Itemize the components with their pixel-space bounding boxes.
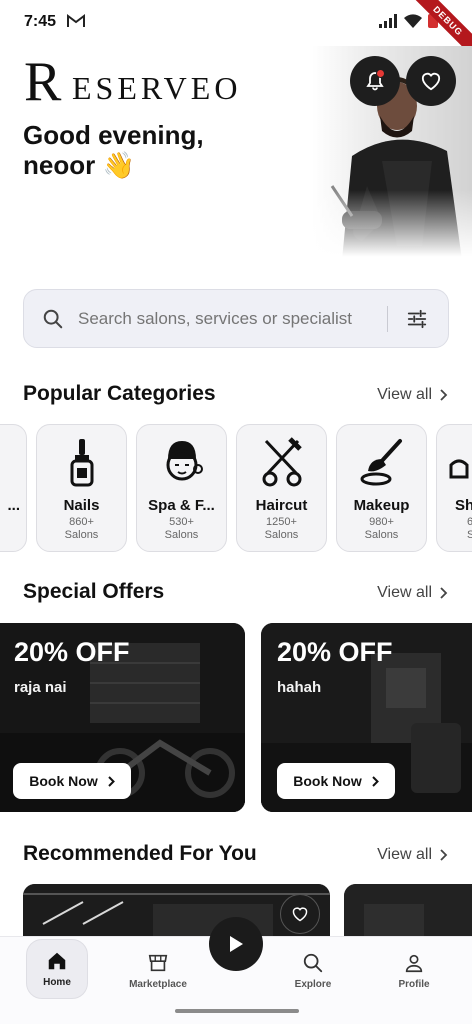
nav-profile-label: Profile bbox=[398, 979, 430, 990]
hero-fade bbox=[312, 190, 472, 260]
nail-polish-icon bbox=[70, 439, 93, 487]
nav-home-label: Home bbox=[43, 977, 71, 988]
category-name: Nails bbox=[63, 497, 100, 514]
recommended-title: Recommended For You bbox=[23, 842, 257, 865]
category-card-haircut[interactable]: Haircut 1250+ Salons bbox=[236, 424, 327, 552]
category-name: ... bbox=[7, 497, 20, 514]
play-icon bbox=[230, 936, 243, 952]
signal-icon bbox=[379, 14, 397, 28]
category-card[interactable]: ... bbox=[0, 424, 27, 552]
search-icon bbox=[43, 309, 63, 328]
search-input[interactable] bbox=[78, 308, 387, 329]
offer-discount: 20% OFF bbox=[14, 637, 130, 667]
view-all-label: View all bbox=[377, 584, 432, 601]
status-time: 7:45 bbox=[24, 13, 57, 30]
search-bar[interactable] bbox=[23, 289, 449, 348]
chevron-right-icon bbox=[440, 587, 448, 599]
nav-explore[interactable]: Explore bbox=[277, 947, 349, 1003]
shave-icon bbox=[449, 459, 469, 479]
filter-sliders-icon[interactable] bbox=[406, 308, 428, 330]
recommended-salon-card[interactable] bbox=[344, 884, 472, 944]
category-card-nails[interactable]: Nails 860+ Salons bbox=[36, 424, 127, 552]
category-card-spa[interactable]: Spa & F... 530+ Salons bbox=[136, 424, 227, 552]
offer-card[interactable]: 20% OFF hahah Book Now bbox=[261, 623, 472, 812]
categories-carousel[interactable]: ... Nails 860+ Salons Spa & F... 530+ Sa… bbox=[0, 424, 472, 554]
book-now-label: Book Now bbox=[293, 773, 362, 789]
nav-profile[interactable]: Profile bbox=[378, 947, 450, 1003]
wifi-icon bbox=[404, 14, 422, 28]
play-button[interactable] bbox=[209, 917, 263, 971]
category-card-makeup[interactable]: Makeup 980+ Salons bbox=[336, 424, 427, 552]
chevron-right-icon bbox=[372, 775, 379, 787]
nav-marketplace-label: Marketplace bbox=[129, 979, 187, 990]
offers-view-all-link[interactable]: View all bbox=[377, 584, 448, 602]
scissors-comb-icon bbox=[262, 437, 302, 487]
nav-explore-label: Explore bbox=[294, 979, 332, 990]
categories-view-all-link[interactable]: View all bbox=[377, 386, 448, 404]
svg-text:R: R bbox=[24, 54, 62, 106]
category-card-partial[interactable]: Sh 6 S bbox=[436, 424, 472, 552]
category-name: Spa & F... bbox=[148, 497, 215, 514]
offer-discount: 20% OFF bbox=[277, 637, 393, 667]
book-now-button[interactable]: Book Now bbox=[277, 763, 395, 799]
home-icon bbox=[48, 952, 66, 970]
category-count: 6 S bbox=[467, 516, 472, 541]
category-name: Makeup bbox=[353, 497, 410, 514]
category-count: 860+ Salons bbox=[64, 516, 99, 541]
chevron-right-icon bbox=[108, 775, 115, 787]
reserveo-logo: R ESERVEO bbox=[24, 51, 274, 113]
greeting-name: neoor 👋 bbox=[23, 150, 135, 180]
view-all-label: View all bbox=[377, 846, 432, 863]
user-icon bbox=[405, 954, 423, 973]
greeting: Good evening, neoor 👋 bbox=[23, 120, 253, 180]
chevron-right-icon bbox=[440, 389, 448, 401]
logo-wordmark: ESERVEO bbox=[72, 70, 242, 106]
heart-icon bbox=[292, 907, 308, 922]
category-count: 1250+ Salons bbox=[264, 516, 299, 541]
gmail-icon bbox=[67, 14, 85, 27]
category-count: 530+ Salons bbox=[164, 516, 199, 541]
notifications-button[interactable] bbox=[350, 56, 400, 106]
makeup-brush-icon bbox=[360, 439, 402, 486]
offer-salon-name: raja nai bbox=[14, 679, 67, 696]
status-icons bbox=[378, 14, 438, 28]
partial-icon bbox=[0, 437, 30, 487]
chevron-right-icon bbox=[440, 849, 448, 861]
category-name: Haircut bbox=[255, 497, 308, 514]
book-now-button[interactable]: Book Now bbox=[13, 763, 131, 799]
search-icon bbox=[303, 953, 323, 973]
book-now-label: Book Now bbox=[29, 773, 98, 789]
search-divider bbox=[387, 305, 388, 332]
greeting-line: Good evening, bbox=[23, 120, 204, 150]
nav-home[interactable]: Home bbox=[26, 939, 88, 999]
logo-r-mark: R bbox=[24, 51, 62, 113]
offer-card[interactable]: 20% OFF raja nai Book Now bbox=[0, 623, 245, 812]
offer-salon-name: hahah bbox=[277, 679, 322, 696]
popular-categories-title: Popular Categories bbox=[23, 382, 216, 405]
nav-marketplace[interactable]: Marketplace bbox=[122, 947, 194, 1003]
notification-dot bbox=[376, 69, 385, 78]
favorite-toggle[interactable] bbox=[280, 894, 320, 934]
special-offers-title: Special Offers bbox=[23, 580, 165, 603]
heart-icon bbox=[421, 72, 441, 91]
salon-image bbox=[344, 884, 472, 944]
home-indicator[interactable] bbox=[175, 1009, 299, 1013]
storefront-icon bbox=[148, 954, 168, 972]
category-count: 980+ Salons bbox=[364, 516, 399, 541]
recommended-view-all-link[interactable]: View all bbox=[377, 846, 448, 864]
status-bar: 7:45 DEBUG bbox=[0, 0, 472, 63]
view-all-label: View all bbox=[377, 386, 432, 403]
spa-face-icon bbox=[166, 441, 203, 481]
favorites-button[interactable] bbox=[406, 56, 456, 106]
category-name: Sh bbox=[455, 497, 472, 514]
